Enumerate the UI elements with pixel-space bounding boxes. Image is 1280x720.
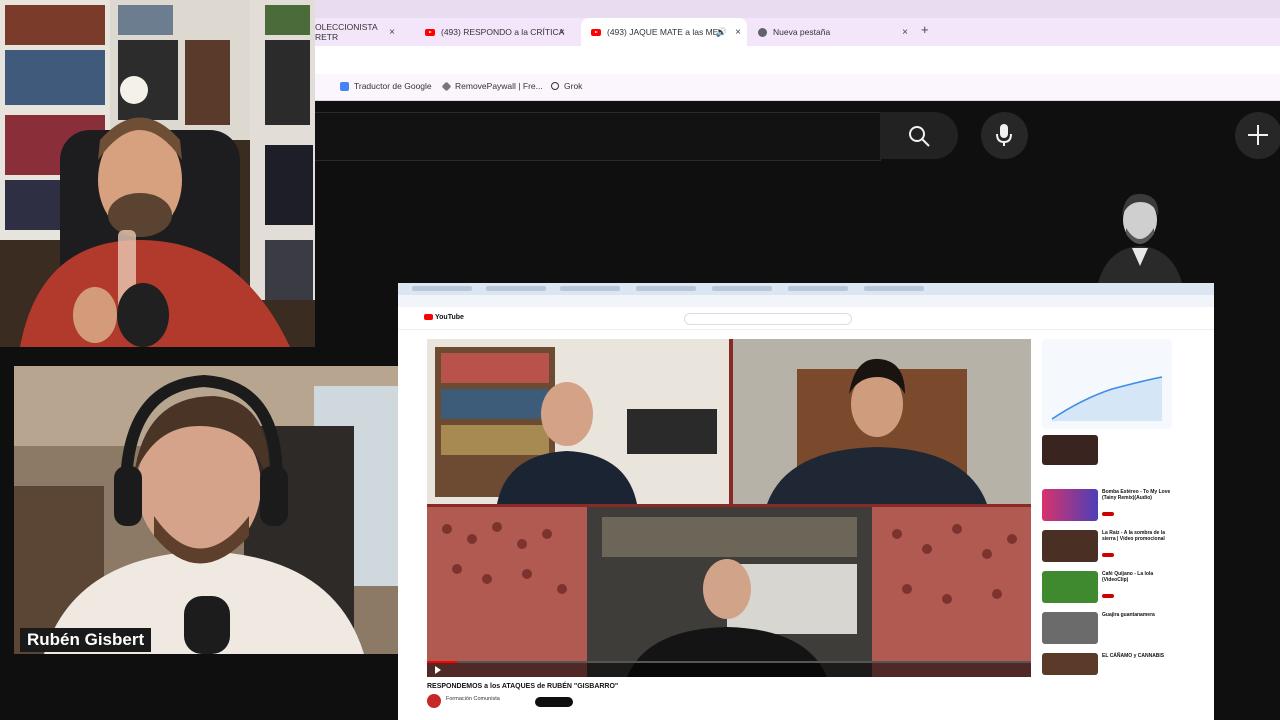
speaker-icon[interactable]: 🔊 (716, 27, 727, 38)
tab-bar: OLECCIONISTA RETR × (493) RESPONDO a la … (315, 18, 1280, 46)
shared-search-input (684, 313, 852, 325)
search-icon (909, 126, 930, 147)
search-input[interactable] (315, 112, 881, 161)
bookmark-removepaywall[interactable]: RemovePaywall | Fre... (441, 81, 543, 91)
host-name-badge: Rubén Gisbert (20, 628, 152, 652)
channel-portrait-image (1098, 193, 1182, 283)
analytics-chart (1051, 376, 1163, 421)
shared-youtube-header: YouTube (398, 307, 1214, 330)
close-icon[interactable]: × (559, 27, 565, 38)
video-player[interactable] (427, 339, 1031, 677)
webcam-bottom-image (14, 366, 398, 654)
current-video-thumbnail (1042, 435, 1098, 465)
recommended-item: Guajira guantanamera (1042, 612, 1172, 644)
tab-respondo[interactable]: (493) RESPONDO a la CRÍTICA × (415, 18, 571, 46)
video-frame (427, 339, 1031, 677)
webcam-top (0, 0, 315, 347)
youtube-favicon-icon (591, 28, 601, 36)
bookmark-label: RemovePaywall | Fre... (455, 81, 543, 91)
video-title: RESPONDEMOS a los ATAQUES de RUBÉN "GISB… (427, 683, 619, 690)
shared-screen: YouTube RESPONDEMOS a los ATAQUES de RUB… (398, 283, 1214, 720)
recommended-item: EL CÁÑAMO y CANNABIS (1042, 653, 1172, 675)
close-icon[interactable]: × (902, 27, 908, 38)
removepaywall-icon (441, 81, 452, 91)
channel-avatar (427, 694, 441, 708)
recommended-item: La Raíz - A la sombra de la sierra | Víd… (1042, 530, 1172, 562)
address-bar[interactable] (315, 46, 1280, 74)
recommended-item: Bomba Estéreo - To My Love (Tainy Remix)… (1042, 489, 1172, 521)
new-tab-button[interactable]: + (921, 22, 929, 37)
youtube-favicon-icon (425, 28, 435, 36)
recommendations-column: Bomba Estéreo - To My Love (Tainy Remix)… (1042, 339, 1172, 719)
grok-icon (551, 82, 559, 90)
tab-coleccionista[interactable]: OLECCIONISTA RETR × (315, 18, 401, 46)
bookmark-traductor[interactable]: Traductor de Google (340, 81, 432, 91)
mic-icon (996, 124, 1012, 146)
webcam-bottom (14, 366, 398, 654)
window-top-strip (315, 0, 1280, 18)
google-translate-icon (340, 81, 349, 91)
analytics-card (1042, 339, 1172, 429)
shared-tab-bar (398, 283, 1214, 295)
search-button[interactable] (880, 112, 958, 159)
bookmark-label: Traductor de Google (354, 81, 432, 91)
create-button[interactable] (1235, 112, 1280, 159)
tab-nueva-pestana[interactable]: Nueva pestaña × (748, 18, 914, 46)
voice-search-button[interactable] (981, 112, 1028, 159)
bookmarks-bar: Traductor de Google RemovePaywall | Fre.… (315, 74, 1280, 101)
tab-label: (493) JAQUE MATE a las ME (607, 27, 719, 37)
plus-icon (1248, 125, 1268, 145)
close-icon[interactable]: × (735, 27, 741, 38)
tab-jaque-mate[interactable]: (493) JAQUE MATE a las ME 🔊 × (581, 18, 747, 46)
close-icon[interactable]: × (389, 27, 395, 38)
webcam-top-image (0, 0, 315, 347)
subscribe-button (535, 697, 573, 707)
shared-address-bar (398, 295, 1214, 307)
recommended-item: Café Quijano - La lola (VideoClip) (1042, 571, 1172, 603)
youtube-logo: YouTube (424, 314, 464, 321)
globe-icon (758, 27, 767, 37)
tab-label: OLECCIONISTA RETR (315, 22, 378, 42)
bookmark-label: Grok (564, 81, 583, 91)
tab-label: (493) RESPONDO a la CRÍTICA (441, 27, 565, 37)
bookmark-grok[interactable]: Grok (551, 81, 582, 91)
channel-name: Formación Comunista (446, 696, 500, 702)
tab-label: Nueva pestaña (773, 27, 831, 37)
